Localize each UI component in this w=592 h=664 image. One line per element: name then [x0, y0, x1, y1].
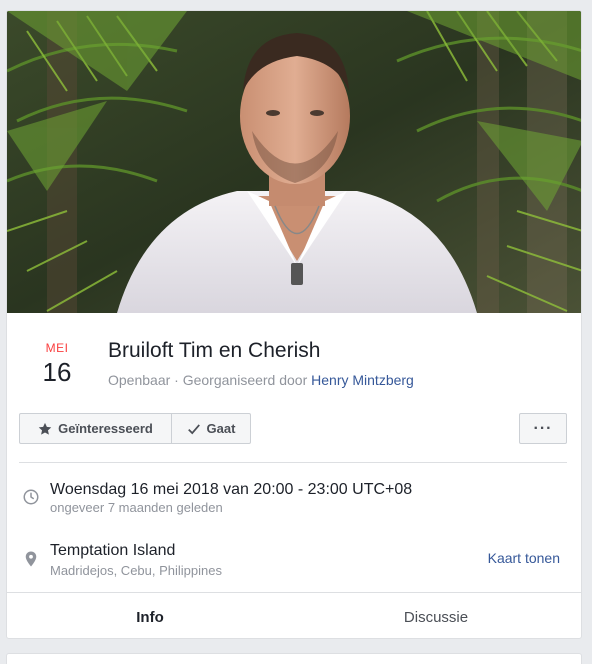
clock-icon: [23, 489, 39, 505]
tab-discussion[interactable]: Discussie: [297, 593, 575, 638]
event-date-month: MEI: [45, 341, 69, 355]
event-relative-time: ongeveer 7 maanden geleden: [50, 500, 223, 515]
event-tabs: Info Discussie: [7, 592, 581, 638]
cover-photo-image: [7, 11, 581, 313]
location-address: Madridejos, Cebu, Philippines: [50, 563, 222, 578]
event-datetime[interactable]: Woensdag 16 mei 2018 van 20:00 - 23:00 U…: [50, 480, 412, 500]
interested-button[interactable]: Geïnteresseerd: [19, 413, 172, 444]
going-button[interactable]: Gaat: [171, 413, 251, 444]
more-options-button[interactable]: ···: [519, 413, 567, 444]
show-map-link[interactable]: Kaart tonen: [488, 550, 560, 566]
event-card: MEI 16 Bruiloft Tim en Cherish Openbaar …: [6, 10, 582, 639]
next-card: [6, 653, 582, 664]
checkmark-icon: [187, 423, 200, 434]
interested-button-label: Geïnteresseerd: [58, 421, 153, 436]
location-name[interactable]: Temptation Island: [50, 541, 175, 561]
divider: [19, 462, 567, 463]
more-options-label: ···: [533, 419, 553, 437]
star-icon: [38, 422, 52, 435]
organizer-link[interactable]: Henry Mintzberg: [311, 372, 414, 388]
event-subtitle: Openbaar · Georganiseerd door Henry Mint…: [108, 371, 414, 389]
event-date-day: 16: [42, 357, 72, 387]
cover-photo[interactable]: [7, 11, 581, 313]
event-organizer-prefix: · Georganiseerd door: [170, 372, 312, 388]
event-title: Bruiloft Tim en Cherish: [108, 339, 321, 362]
tab-info[interactable]: Info: [15, 593, 285, 638]
going-button-label: Gaat: [206, 421, 236, 436]
event-privacy: Openbaar: [108, 372, 171, 388]
map-pin-icon: [25, 551, 37, 567]
event-date: MEI 16: [25, 341, 89, 387]
